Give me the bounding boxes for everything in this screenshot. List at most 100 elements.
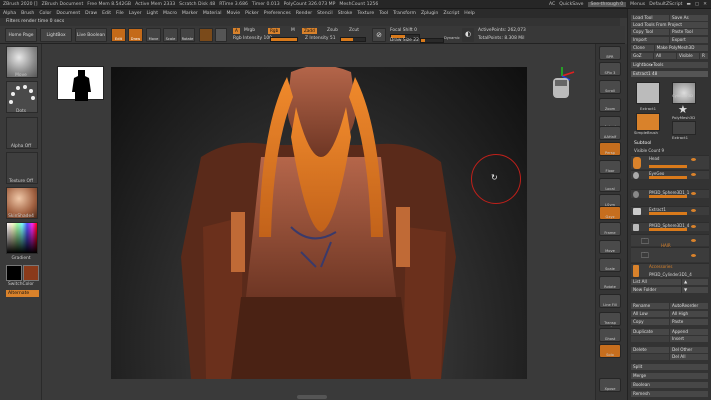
ac-button[interactable]: AC xyxy=(549,2,555,7)
menu-document[interactable]: Document xyxy=(56,11,80,16)
subtool-row-pm3d-sphere-4[interactable]: PM3D_Sphere3D1_4 xyxy=(631,222,709,231)
menu-macro[interactable]: Macro xyxy=(163,11,177,16)
ghost-button[interactable]: Ghost xyxy=(599,328,621,342)
live-boolean-button[interactable]: Live Boolean xyxy=(75,28,107,42)
home-page-button[interactable]: Home Page xyxy=(5,28,37,42)
menu-color[interactable]: Color xyxy=(39,11,51,16)
all-high-button[interactable]: All High xyxy=(670,311,708,317)
import-button[interactable]: Import xyxy=(631,37,669,43)
navigator-thumbnail[interactable] xyxy=(57,66,104,101)
menu-light[interactable]: Light xyxy=(147,11,158,16)
insert-button[interactable]: Insert xyxy=(670,336,708,342)
focal-icon[interactable]: ⊘ xyxy=(372,28,386,42)
paste-tool-button[interactable]: Paste Tool xyxy=(670,29,708,35)
menu-preferences[interactable]: Preferences xyxy=(264,11,291,16)
subtool-row-cylinder[interactable]: Accessories PM3D_Cylinder3D1_4 xyxy=(631,263,709,277)
all-button[interactable]: All xyxy=(654,53,676,59)
append-button[interactable]: Append xyxy=(670,329,708,335)
r-button[interactable]: R xyxy=(700,53,708,59)
menu-movie[interactable]: Movie xyxy=(226,11,240,16)
bottom-scroll-handle[interactable] xyxy=(297,395,327,399)
tool-thumb-extract1-small[interactable] xyxy=(672,121,696,135)
transp-button[interactable]: Transp xyxy=(599,312,621,326)
visible-button[interactable]: Visible xyxy=(677,53,699,59)
polyframe-button[interactable]: Line Fill PolyF xyxy=(599,294,621,327)
menus-button[interactable]: Menus xyxy=(630,2,645,7)
menu-stencil[interactable]: Stencil xyxy=(317,11,333,16)
menu-edit[interactable]: Edit xyxy=(102,11,111,16)
current-tool-slider[interactable]: Extract1 48 xyxy=(631,71,708,77)
floor-button[interactable]: Floor xyxy=(599,160,621,174)
scale-button[interactable]: Scale xyxy=(163,28,178,42)
zsub-button[interactable]: Zsub xyxy=(327,28,338,33)
subtool-down-arrow-icon[interactable]: ▼ xyxy=(682,287,708,293)
menu-brush[interactable]: Brush xyxy=(21,11,34,16)
axis-gizmo[interactable] xyxy=(544,66,580,104)
spix-button[interactable]: SPix 3 xyxy=(599,62,621,76)
subtool-pm3d-sphere-4-eye-icon[interactable] xyxy=(691,225,696,228)
load-tool-button[interactable]: Load Tool xyxy=(631,15,669,21)
texture-swatch-button[interactable] xyxy=(215,28,227,42)
subtool-row-eyegeo[interactable]: EyeGeo xyxy=(631,170,709,179)
draw-button[interactable]: Draw xyxy=(128,28,143,42)
see-through-slider[interactable]: See-through 0 xyxy=(587,1,627,7)
del-all-button[interactable]: Del All xyxy=(670,354,708,360)
menu-alpha[interactable]: Alpha xyxy=(3,11,16,16)
rotate-button[interactable]: Rotate xyxy=(180,28,195,42)
menu-marker[interactable]: Marker xyxy=(182,11,198,16)
lightbox-tools-button[interactable]: Lightbox▸Tools xyxy=(631,62,708,68)
color-picker[interactable] xyxy=(6,222,38,254)
bpr-button[interactable]: BPR xyxy=(599,46,621,60)
draw-size-slider[interactable] xyxy=(420,38,444,43)
subtool-eyegeo-eye-icon[interactable] xyxy=(691,173,696,176)
split-button[interactable]: Split xyxy=(631,364,708,370)
dynamic-button[interactable]: Dynamic xyxy=(444,36,460,40)
delete-button[interactable]: Delete xyxy=(631,347,669,353)
subtool-up-arrow-icon[interactable]: ▲ xyxy=(682,279,708,285)
subtool-row-pm3d-sphere-1[interactable]: PM3D_Sphere3D1_1 xyxy=(631,189,709,198)
a-button[interactable]: A xyxy=(233,28,240,34)
maximize-icon[interactable]: ▢ xyxy=(695,2,699,7)
default-zscript-button[interactable]: DefaultZScript xyxy=(649,2,682,7)
subtool-extract1-eye-icon[interactable] xyxy=(691,209,696,212)
menu-layer[interactable]: Layer xyxy=(129,11,142,16)
close-icon[interactable]: ✕ xyxy=(703,2,707,7)
autoreorder-button[interactable]: AutoReorder xyxy=(670,303,708,309)
lightbox-button[interactable]: LightBox xyxy=(40,28,72,42)
del-other-button[interactable]: Del Other xyxy=(670,347,708,353)
subtool-folder-hair-eye-icon[interactable] xyxy=(691,254,696,257)
menu-transform[interactable]: Transform xyxy=(393,11,416,16)
subtool-pm3d-sphere-1-eye-icon[interactable] xyxy=(691,192,696,195)
document-canvas[interactable]: ↻ xyxy=(111,67,527,379)
subtool-row-extract1[interactable]: Extract1 xyxy=(631,206,709,215)
scale-view-button[interactable]: Scale xyxy=(599,258,621,272)
export-button[interactable]: Export xyxy=(670,37,708,43)
load-tools-from-project-button[interactable]: Load Tools From Project xyxy=(631,22,708,28)
duplicate-button[interactable]: Duplicate xyxy=(631,329,669,335)
rotate-view-button[interactable]: Rotate xyxy=(599,276,621,290)
list-all-button[interactable]: List All xyxy=(631,279,681,285)
local-button[interactable]: Local xyxy=(599,178,621,192)
move-view-button[interactable]: Move xyxy=(599,240,621,254)
new-folder-button[interactable]: New Folder xyxy=(631,287,681,293)
move-button[interactable]: Move xyxy=(146,28,161,42)
mrgb-button[interactable]: Mrgb xyxy=(244,28,255,33)
menu-draw[interactable]: Draw xyxy=(85,11,97,16)
menu-stroke[interactable]: Stroke xyxy=(338,11,353,16)
secondary-color-swatch[interactable] xyxy=(23,265,39,281)
frame-button[interactable]: Frame xyxy=(599,222,621,236)
rename-button[interactable]: Rename xyxy=(631,303,669,309)
persp-button[interactable]: Persp xyxy=(599,142,621,156)
m-button[interactable]: M xyxy=(291,28,295,33)
scroll-button[interactable]: Scroll xyxy=(599,80,621,94)
paste-subtool-button[interactable]: Paste xyxy=(670,319,708,325)
solo-button[interactable]: Solo xyxy=(599,344,621,358)
remesh-button[interactable]: Remesh xyxy=(631,391,708,397)
menu-picker[interactable]: Picker xyxy=(245,11,259,16)
menu-zplugin[interactable]: Zplugin xyxy=(421,11,438,16)
subtool-row-head[interactable]: Head xyxy=(631,155,709,169)
subtool-header[interactable]: Subtool xyxy=(634,141,651,146)
tool-thumb-simplebrush[interactable] xyxy=(636,113,660,131)
make-polymesh3d-button[interactable]: Make PolyMesh3D xyxy=(654,45,708,51)
goz-button[interactable]: GoZ xyxy=(631,53,653,59)
